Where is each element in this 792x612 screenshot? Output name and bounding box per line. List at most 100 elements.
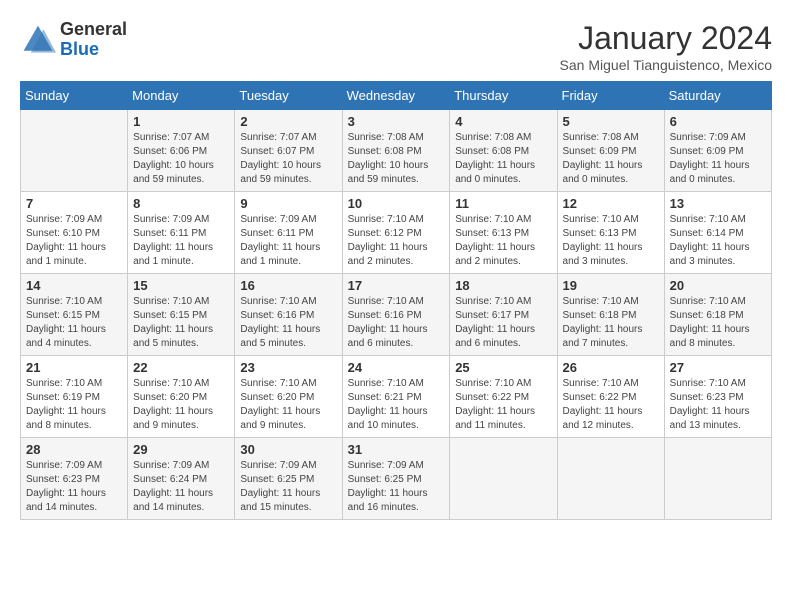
day-header-thursday: Thursday — [450, 82, 557, 110]
calendar-cell: 6Sunrise: 7:09 AMSunset: 6:09 PMDaylight… — [664, 110, 771, 192]
day-number: 14 — [26, 278, 122, 293]
day-number: 17 — [348, 278, 445, 293]
calendar-cell: 28 Sunrise: 7:09 AMSunset: 6:23 PMDayligh… — [21, 438, 128, 520]
day-number: 19 — [563, 278, 659, 293]
day-info: Sunrise: 7:07 AMSunset: 6:07 PMDaylight:… — [240, 131, 336, 187]
day-number: 31 — [348, 442, 445, 457]
day-number: 25 — [455, 360, 551, 375]
calendar-cell: 14 Sunrise: 7:10 AMSunset: 6:15 PMDayligh… — [21, 274, 128, 356]
day-info: Sunrise: 7:09 AMSunset: 6:11 PMDaylight:… — [240, 213, 336, 269]
calendar-cell: 7Sunrise: 7:09 AMSunset: 6:10 PMDaylight… — [21, 192, 128, 274]
calendar-cell — [557, 438, 664, 520]
day-number: 28 — [26, 442, 122, 457]
day-number: 29 — [133, 442, 229, 457]
calendar-cell: 26Sunrise: 7:10 AMSunset: 6:22 PMDayligh… — [557, 356, 664, 438]
calendar-cell: 16 Sunrise: 7:10 AMSunset: 6:16 PMDayligh… — [235, 274, 342, 356]
day-number: 7 — [26, 196, 122, 211]
day-info: Sunrise: 7:10 AMSunset: 6:19 PMDaylight:… — [26, 377, 122, 433]
day-number: 21 — [26, 360, 122, 375]
day-number: 5 — [563, 114, 659, 129]
day-info: Sunrise: 7:09 AMSunset: 6:09 PMDaylight:… — [670, 131, 766, 187]
day-number: 18 — [455, 278, 551, 293]
day-info: Sunrise: 7:10 AMSunset: 6:21 PMDaylight:… — [348, 377, 445, 433]
calendar-cell: 8 Sunrise: 7:09 AMSunset: 6:11 PMDaylight… — [128, 192, 235, 274]
calendar-cell: 31Sunrise: 7:09 AMSunset: 6:25 PMDayligh… — [342, 438, 450, 520]
day-number: 12 — [563, 196, 659, 211]
logo-icon — [20, 22, 56, 58]
day-number: 20 — [670, 278, 766, 293]
day-header-sunday: Sunday — [21, 82, 128, 110]
logo-general: General — [60, 19, 127, 39]
calendar-cell — [21, 110, 128, 192]
calendar-week-5: 28 Sunrise: 7:09 AMSunset: 6:23 PMDayligh… — [21, 438, 772, 520]
calendar-cell: 30 Sunrise: 7:09 AMSunset: 6:25 PMDayligh… — [235, 438, 342, 520]
calendar-table: SundayMondayTuesdayWednesdayThursdayFrid… — [20, 81, 772, 520]
calendar-week-2: 7Sunrise: 7:09 AMSunset: 6:10 PMDaylight… — [21, 192, 772, 274]
calendar-cell: 18 Sunrise: 7:10 AMSunset: 6:17 PMDayligh… — [450, 274, 557, 356]
day-number: 30 — [240, 442, 336, 457]
calendar-body: 1 Sunrise: 7:07 AMSunset: 6:06 PMDaylight… — [21, 110, 772, 520]
calendar-cell: 19 Sunrise: 7:10 AMSunset: 6:18 PMDayligh… — [557, 274, 664, 356]
days-header-row: SundayMondayTuesdayWednesdayThursdayFrid… — [21, 82, 772, 110]
day-number: 13 — [670, 196, 766, 211]
calendar-cell: 5 Sunrise: 7:08 AMSunset: 6:09 PMDaylight… — [557, 110, 664, 192]
day-info: Sunrise: 7:09 AMSunset: 6:23 PMDaylight:… — [26, 459, 122, 515]
day-number: 2 — [240, 114, 336, 129]
calendar-cell: 21 Sunrise: 7:10 AMSunset: 6:19 PMDayligh… — [21, 356, 128, 438]
day-info: Sunrise: 7:10 AMSunset: 6:14 PMDaylight:… — [670, 213, 766, 269]
calendar-cell: 29 Sunrise: 7:09 AMSunset: 6:24 PMDayligh… — [128, 438, 235, 520]
calendar-cell: 25 Sunrise: 7:10 AMSunset: 6:22 PMDayligh… — [450, 356, 557, 438]
day-number: 15 — [133, 278, 229, 293]
title-section: January 2024 San Miguel Tianguistenco, M… — [560, 20, 772, 73]
calendar-week-3: 14 Sunrise: 7:10 AMSunset: 6:15 PMDayligh… — [21, 274, 772, 356]
calendar-cell: 10 Sunrise: 7:10 AMSunset: 6:12 PMDayligh… — [342, 192, 450, 274]
day-info: Sunrise: 7:08 AMSunset: 6:09 PMDaylight:… — [563, 131, 659, 187]
calendar-cell: 1 Sunrise: 7:07 AMSunset: 6:06 PMDaylight… — [128, 110, 235, 192]
day-info: Sunrise: 7:09 AMSunset: 6:24 PMDaylight:… — [133, 459, 229, 515]
calendar-cell: 22Sunrise: 7:10 AMSunset: 6:20 PMDayligh… — [128, 356, 235, 438]
day-info: Sunrise: 7:10 AMSunset: 6:17 PMDaylight:… — [455, 295, 551, 351]
calendar-cell: 13 Sunrise: 7:10 AMSunset: 6:14 PMDayligh… — [664, 192, 771, 274]
calendar-week-1: 1 Sunrise: 7:07 AMSunset: 6:06 PMDaylight… — [21, 110, 772, 192]
calendar-cell: 3 Sunrise: 7:08 AMSunset: 6:08 PMDaylight… — [342, 110, 450, 192]
day-number: 1 — [133, 114, 229, 129]
day-info: Sunrise: 7:10 AMSunset: 6:15 PMDaylight:… — [133, 295, 229, 351]
month-title: January 2024 — [560, 20, 772, 57]
day-info: Sunrise: 7:10 AMSunset: 6:13 PMDaylight:… — [563, 213, 659, 269]
day-number: 8 — [133, 196, 229, 211]
calendar-week-4: 21 Sunrise: 7:10 AMSunset: 6:19 PMDayligh… — [21, 356, 772, 438]
day-info: Sunrise: 7:08 AMSunset: 6:08 PMDaylight:… — [348, 131, 445, 187]
day-info: Sunrise: 7:10 AMSunset: 6:23 PMDaylight:… — [670, 377, 766, 433]
day-info: Sunrise: 7:10 AMSunset: 6:22 PMDaylight:… — [563, 377, 659, 433]
location: San Miguel Tianguistenco, Mexico — [560, 57, 772, 73]
calendar-cell — [664, 438, 771, 520]
day-header-monday: Monday — [128, 82, 235, 110]
day-info: Sunrise: 7:09 AMSunset: 6:25 PMDaylight:… — [240, 459, 336, 515]
day-info: Sunrise: 7:10 AMSunset: 6:22 PMDaylight:… — [455, 377, 551, 433]
day-header-wednesday: Wednesday — [342, 82, 450, 110]
day-header-friday: Friday — [557, 82, 664, 110]
page-header: General Blue January 2024 San Miguel Tia… — [20, 20, 772, 73]
day-header-saturday: Saturday — [664, 82, 771, 110]
day-info: Sunrise: 7:09 AMSunset: 6:11 PMDaylight:… — [133, 213, 229, 269]
logo-blue: Blue — [60, 39, 99, 59]
day-number: 9 — [240, 196, 336, 211]
day-number: 16 — [240, 278, 336, 293]
calendar-cell: 17 Sunrise: 7:10 AMSunset: 6:16 PMDayligh… — [342, 274, 450, 356]
day-number: 10 — [348, 196, 445, 211]
day-info: Sunrise: 7:10 AMSunset: 6:16 PMDaylight:… — [240, 295, 336, 351]
day-info: Sunrise: 7:10 AMSunset: 6:18 PMDaylight:… — [563, 295, 659, 351]
day-info: Sunrise: 7:07 AMSunset: 6:06 PMDaylight:… — [133, 131, 229, 187]
day-header-tuesday: Tuesday — [235, 82, 342, 110]
calendar-cell: 11Sunrise: 7:10 AMSunset: 6:13 PMDayligh… — [450, 192, 557, 274]
calendar-cell: 27 Sunrise: 7:10 AMSunset: 6:23 PMDayligh… — [664, 356, 771, 438]
day-number: 27 — [670, 360, 766, 375]
day-info: Sunrise: 7:10 AMSunset: 6:12 PMDaylight:… — [348, 213, 445, 269]
calendar-cell: 20Sunrise: 7:10 AMSunset: 6:18 PMDayligh… — [664, 274, 771, 356]
day-number: 3 — [348, 114, 445, 129]
day-number: 22 — [133, 360, 229, 375]
calendar-cell: 15 Sunrise: 7:10 AMSunset: 6:15 PMDayligh… — [128, 274, 235, 356]
day-info: Sunrise: 7:10 AMSunset: 6:16 PMDaylight:… — [348, 295, 445, 351]
day-info: Sunrise: 7:10 AMSunset: 6:15 PMDaylight:… — [26, 295, 122, 351]
calendar-cell: 4Sunrise: 7:08 AMSunset: 6:08 PMDaylight… — [450, 110, 557, 192]
